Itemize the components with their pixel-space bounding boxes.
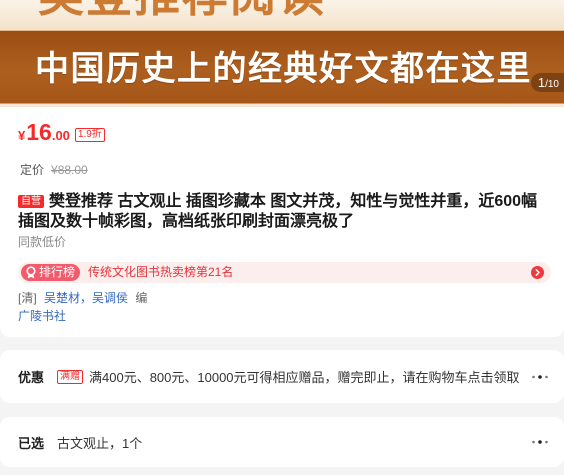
list-price-label: 定价 <box>20 163 45 177</box>
ranking-badge-label: 排行榜 <box>39 265 76 279</box>
more-dots-icon[interactable] <box>531 374 549 380</box>
selected-option-row[interactable]: 已选 古文观止，1个 <box>0 417 564 467</box>
list-price-value: ¥88.00 <box>51 163 88 177</box>
promotion-text: 满400元、800元、10000元可得相应赠品，赠完即止，请在购物车点击领取 <box>89 370 520 385</box>
product-title: 自营 樊登推荐 古文观止 插图珍藏本 图文并茂，知性与觉性并重，近600幅 插图及… <box>18 192 558 232</box>
gift-promo-badge: 满赠 <box>57 369 83 384</box>
promotion-content: 优惠 满赠 满400元、800元、10000元可得相应赠品，赠完即止，请在购物车… <box>18 350 520 403</box>
ranking-badge: 排行榜 <box>21 264 81 281</box>
author-role: 编 <box>135 291 148 305</box>
author-link[interactable]: 吴楚材 <box>44 291 80 305</box>
price-currency: ¥ <box>18 128 26 143</box>
title-text-line-2: 插图及数十帧彩图，高档纸张印刷封面漂亮极了 <box>18 213 355 230</box>
title-line: 插图及数十帧彩图，高档纸张印刷封面漂亮极了 <box>18 212 558 232</box>
price-row: ¥ 16 .00 1.9折 <box>18 119 105 146</box>
author-dynasty: [清] <box>18 291 37 305</box>
price-decimal: .00 <box>51 128 70 143</box>
author-link[interactable]: 吴调侯 <box>92 291 128 305</box>
product-image-carousel[interactable]: 樊登推荐阅读 中国历史上的经典好文都在这里 1/10 <box>0 0 564 107</box>
same-item-low-price-note: 同款低价 <box>18 235 67 249</box>
medal-icon <box>25 266 37 279</box>
publisher-link[interactable]: 广陵书社 <box>18 309 66 323</box>
chevron-right-circle-icon[interactable] <box>531 266 544 279</box>
title-line: 自营 樊登推荐 古文观止 插图珍藏本 图文并茂，知性与觉性并重，近600幅 <box>18 192 558 212</box>
indicator-total: 10 <box>547 79 559 90</box>
promotion-row[interactable]: 优惠 满赠 满400元、800元、10000元可得相应赠品，赠完即止，请在购物车… <box>0 350 564 403</box>
banner-band: 中国历史上的经典好文都在这里 <box>0 30 564 104</box>
banner-headline: 樊登推荐阅读 <box>38 0 326 18</box>
banner-headline-strip: 樊登推荐阅读 <box>0 0 564 29</box>
selected-label: 已选 <box>18 435 45 451</box>
title-text-line-1: 樊登推荐 古文观止 插图珍藏本 图文并茂，知性与觉性并重，近600幅 <box>49 193 538 210</box>
promotion-label: 优惠 <box>18 370 45 385</box>
ranking-bar[interactable]: 排行榜 传统文化图书热卖榜第21名 <box>18 262 551 283</box>
selected-value: 古文观止，1个 <box>57 435 143 451</box>
more-dots-icon[interactable] <box>531 439 549 445</box>
discount-badge: 1.9折 <box>74 128 105 142</box>
selected-content: 已选 古文观止，1个 <box>18 417 142 467</box>
carousel-page-indicator: 1/10 <box>530 73 564 92</box>
indicator-current: 1 <box>537 75 546 90</box>
price-integer: 16 <box>26 119 52 145</box>
ranking-text: 传统文化图书热卖榜第21名 <box>88 265 234 279</box>
self-operated-badge: 自营 <box>18 195 44 208</box>
author-separator: ， <box>80 291 93 305</box>
authors-line: [清] 吴楚材，吴调侯 编 <box>18 291 147 305</box>
banner-tagline: 中国历史上的经典好文都在这里 <box>35 50 532 88</box>
list-price: 定价 ¥88.00 <box>20 163 88 177</box>
product-info-card: ¥ 16 .00 1.9折 定价 ¥88.00 自营 樊登推荐 古文观止 插图珍藏本… <box>0 107 564 337</box>
